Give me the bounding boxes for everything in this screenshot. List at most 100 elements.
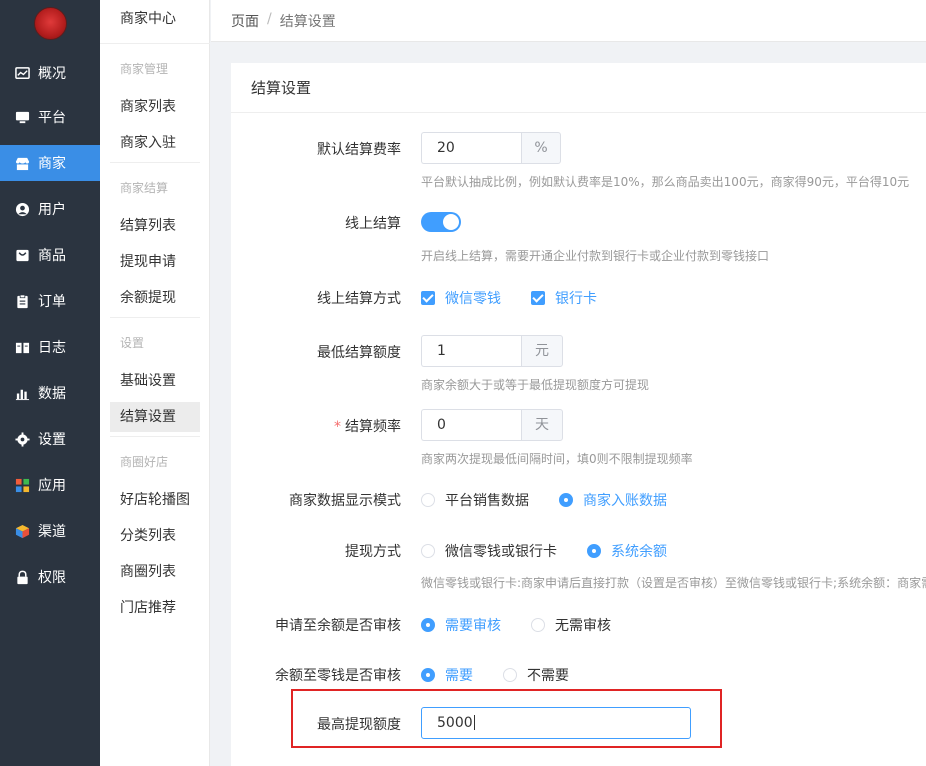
min-amount-hint: 商家余额大于或等于最低提现额度方可提现: [421, 378, 650, 392]
display-mode-merchant-radio[interactable]: 商家入账数据: [559, 490, 667, 510]
withdraw-method-hint: 微信零钱或银行卡:商家申请后直接打款（设置是否审核）至微信零钱或银行卡;系统余额…: [421, 576, 926, 590]
store-icon: [14, 155, 30, 171]
frequency-label: * 结算频率: [141, 416, 401, 436]
settings-card: 结算设置: [231, 63, 926, 766]
bar-chart-icon: [14, 385, 30, 401]
form-row-withdraw-method: 提现方式: [141, 541, 401, 561]
option-label: 不需要: [527, 668, 569, 684]
option-label: 无需审核: [555, 618, 611, 634]
sub-item-merchant-list[interactable]: 商家列表: [110, 92, 200, 122]
min-amount-input[interactable]: 1: [421, 335, 521, 367]
nav-item-settings[interactable]: 设置: [0, 421, 100, 457]
online-label: 线上结算: [345, 216, 401, 232]
divider: [110, 436, 200, 437]
nav-item-label: 应用: [38, 478, 66, 494]
nav-item-label: 订单: [38, 294, 66, 310]
nav-item-label: 渠道: [38, 524, 66, 540]
frequency-input[interactable]: 0: [421, 409, 521, 441]
min-amount-input-group: 1 元: [421, 335, 563, 367]
gear-icon: [14, 431, 30, 447]
nav-item-platform[interactable]: 平台: [0, 99, 100, 135]
form-row-audit-balance: 申请至余额是否审核: [141, 615, 401, 635]
audit-wallet-none-radio[interactable]: 不需要: [503, 665, 569, 685]
nav-item-label: 设置: [38, 432, 66, 448]
form-row-rate: 默认结算费率: [141, 139, 401, 159]
withdraw-method-balance-radio[interactable]: 系统余额: [587, 541, 667, 561]
book-icon: [14, 339, 30, 355]
radio-icon: [503, 668, 517, 682]
rate-hint: 平台默认抽成比例，例如默认费率是10%，那么商品卖出100元，商家得90元，平台…: [421, 175, 910, 189]
option-label: 商家入账数据: [583, 493, 667, 509]
form-row-frequency: * 结算频率: [141, 416, 401, 436]
bank-card-checkbox[interactable]: 银行卡: [531, 288, 597, 308]
card-title: 结算设置: [231, 63, 926, 113]
nav-item-order[interactable]: 订单: [0, 283, 100, 319]
highlight-box: [291, 689, 722, 748]
sub-sidebar-title: 商家中心: [100, 0, 210, 44]
monitor-icon: [14, 109, 30, 125]
nav-item-label: 用户: [38, 202, 66, 218]
radio-icon: [531, 618, 545, 632]
divider: [110, 162, 200, 163]
nav-item-label: 商家: [38, 156, 66, 172]
top-bar: 页面 / 结算设置: [211, 0, 926, 42]
cube-icon: [14, 523, 30, 539]
online-settlement-switch[interactable]: [421, 212, 461, 232]
radio-icon: [421, 544, 435, 558]
nav-item-permission[interactable]: 权限: [0, 559, 100, 595]
wechat-wallet-checkbox[interactable]: 微信零钱: [421, 288, 501, 308]
logo[interactable]: [34, 7, 67, 40]
option-label: 银行卡: [555, 291, 597, 307]
audit-wallet-required-radio[interactable]: 需要: [421, 665, 473, 685]
display-mode-label: 商家数据显示模式: [289, 493, 401, 509]
grid-icon: [14, 477, 30, 493]
nav-item-apps[interactable]: 应用: [0, 467, 100, 503]
radio-selected-icon: [587, 544, 601, 558]
sub-item-basic-settings[interactable]: 基础设置: [110, 366, 200, 396]
breadcrumb-current: 结算设置: [279, 14, 336, 30]
nav-item-label: 日志: [38, 340, 66, 356]
form-row-display-mode: 商家数据显示模式: [141, 490, 401, 510]
sub-sidebar: 商家中心 商家管理 商家列表 商家入驻 商家结算 结算列表 提现申请 余额提现 …: [100, 0, 210, 766]
nav-item-merchant[interactable]: 商家: [0, 145, 100, 181]
checkbox-checked-icon: [421, 291, 435, 305]
option-label: 系统余额: [611, 544, 667, 560]
nav-item-user[interactable]: 用户: [0, 191, 100, 227]
sub-item-district-list[interactable]: 商圈列表: [110, 557, 200, 587]
required-asterisk: *: [334, 419, 341, 435]
nav-item-goods[interactable]: 商品: [0, 237, 100, 273]
dashboard-icon: [14, 65, 30, 81]
audit-balance-required-radio[interactable]: 需要审核: [421, 615, 501, 635]
divider: [110, 317, 200, 318]
display-mode-platform-radio[interactable]: 平台销售数据: [421, 490, 529, 510]
nav-item-data[interactable]: 数据: [0, 375, 100, 411]
audit-balance-none-radio[interactable]: 无需审核: [531, 615, 611, 635]
main-sidebar: 概况 平台 商家 用户 商品 订单 日志 数据 设置 应用 渠道 权限: [0, 0, 100, 766]
frequency-input-group: 0 天: [421, 409, 563, 441]
goods-icon: [14, 247, 30, 263]
nav-item-label: 概况: [38, 66, 66, 82]
option-label: 平台销售数据: [445, 493, 529, 509]
radio-selected-icon: [421, 618, 435, 632]
rate-input[interactable]: 20: [421, 132, 521, 164]
frequency-label-text: 结算频率: [345, 419, 401, 435]
option-label: 需要审核: [445, 618, 501, 634]
option-label: 微信零钱或银行卡: [445, 544, 557, 560]
rate-label: 默认结算费率: [317, 142, 401, 158]
option-label: 微信零钱: [445, 291, 501, 307]
radio-selected-icon: [559, 493, 573, 507]
rate-unit: %: [521, 132, 561, 164]
min-amount-label: 最低结算额度: [317, 345, 401, 361]
sub-item-withdraw-request[interactable]: 提现申请: [110, 247, 200, 277]
nav-item-overview[interactable]: 概况: [0, 55, 100, 91]
online-methods-label: 线上结算方式: [317, 291, 401, 307]
breadcrumb-root[interactable]: 页面: [231, 11, 259, 31]
nav-item-label: 商品: [38, 248, 66, 264]
clipboard-icon: [14, 293, 30, 309]
withdraw-method-wechat-bank-radio[interactable]: 微信零钱或银行卡: [421, 541, 557, 561]
withdraw-method-label: 提现方式: [345, 544, 401, 560]
nav-item-channel[interactable]: 渠道: [0, 513, 100, 549]
min-amount-unit: 元: [521, 335, 563, 367]
nav-item-label: 数据: [38, 386, 66, 402]
nav-item-log[interactable]: 日志: [0, 329, 100, 365]
